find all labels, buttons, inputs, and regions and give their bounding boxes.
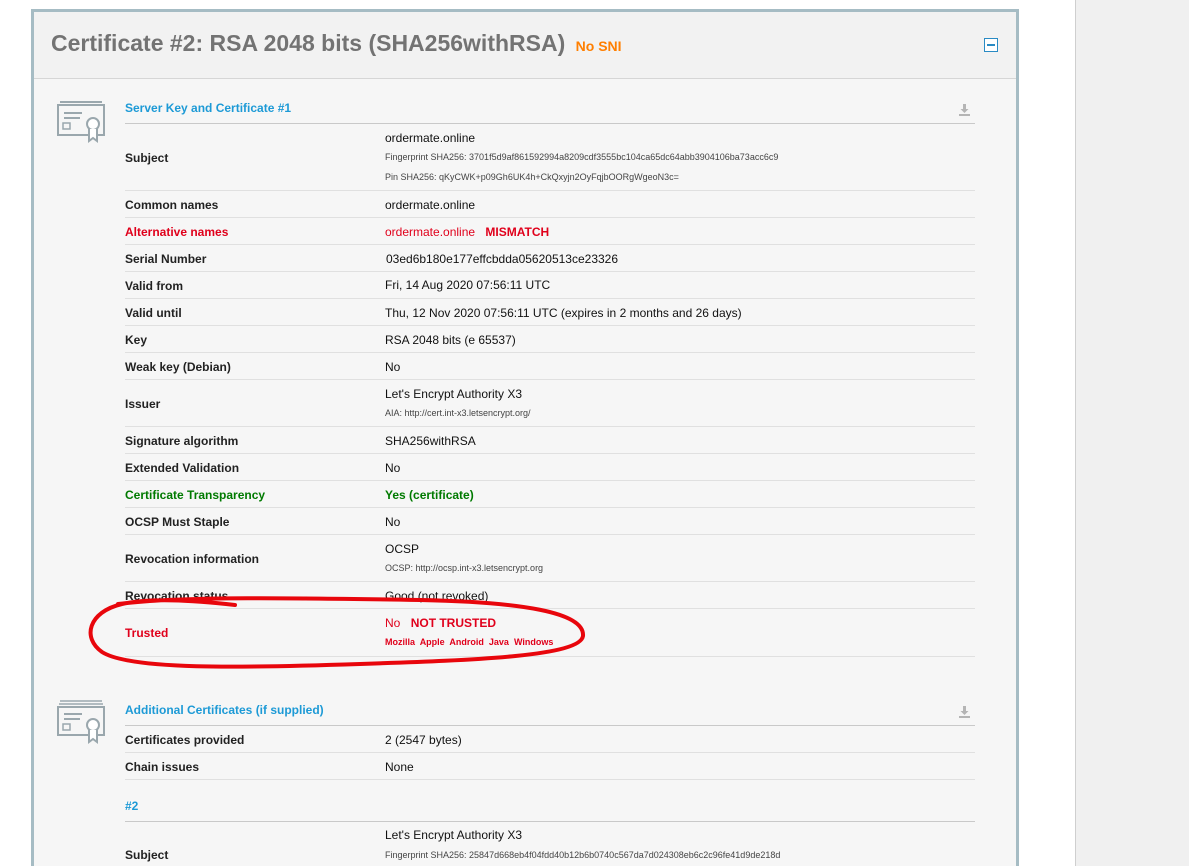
card-title-text: Certificate #2: RSA 2048 bits (SHA256wit…	[51, 30, 566, 56]
trust-store-mozilla: Mozilla	[385, 637, 416, 647]
serial-value: 03ed6b180e177effcbdda05620513ce23326	[386, 252, 619, 266]
ct-row: Certificate Transparency Yes (certificat…	[125, 481, 975, 508]
trust-stores: Mozilla Apple Android Java Windows	[385, 637, 553, 647]
weak-key-label: Weak key (Debian)	[125, 360, 231, 374]
revocation-status-row: Revocation status Good (not revoked)	[125, 582, 975, 609]
ocsp-staple-row: OCSP Must Staple No	[125, 508, 975, 535]
revocation-info-label: Revocation information	[125, 552, 260, 566]
key-row: Key RSA 2048 bits (e 65537)	[125, 326, 975, 353]
sig-alg-value: SHA256withRSA	[385, 434, 476, 448]
subject-row: Subject ordermate.online Fingerprint SHA…	[125, 124, 975, 191]
download-icon[interactable]	[958, 705, 971, 718]
cert-2-heading: #2	[125, 799, 139, 813]
serial-label: Serial Number	[125, 252, 207, 266]
subject-value: ordermate.online	[385, 131, 476, 145]
card-title: Certificate #2: RSA 2048 bits (SHA256wit…	[51, 30, 622, 57]
revocation-status-label: Revocation status	[125, 589, 229, 603]
cert-2-subject-value: Let's Encrypt Authority X3	[385, 828, 523, 842]
ct-value: Yes (certificate)	[385, 488, 474, 502]
weak-key-row: Weak key (Debian) No	[125, 353, 975, 380]
mismatch-flag: MISMATCH	[485, 225, 550, 239]
chain-issues-label: Chain issues	[125, 760, 200, 774]
revocation-info-value: OCSP	[385, 542, 420, 556]
revocation-ocsp-url: OCSP: http://ocsp.int-x3.letsencrypt.org	[385, 563, 544, 573]
collapse-icon[interactable]	[984, 38, 998, 52]
certs-provided-label: Certificates provided	[125, 733, 245, 747]
ev-label: Extended Validation	[125, 461, 240, 475]
cert-2-fingerprint: Fingerprint SHA256: 25847d668eb4f04fdd40…	[385, 850, 781, 860]
ev-row: Extended Validation No	[125, 454, 975, 481]
key-label: Key	[125, 333, 148, 347]
subject-pin: Pin SHA256: qKyCWK+p09Gh6UK4h+CkQxyjn2Oy…	[385, 172, 679, 182]
certs-provided-row: Certificates provided 2 (2547 bytes)	[125, 726, 975, 753]
valid-until-label: Valid until	[125, 306, 182, 320]
download-icon[interactable]	[958, 103, 971, 116]
issuer-aia: AIA: http://cert.int-x3.letsencrypt.org/	[385, 408, 531, 418]
valid-until-row: Valid until Thu, 12 Nov 2020 07:56:11 UT…	[125, 299, 975, 326]
cert-2-subject-row: Subject Let's Encrypt Authority X3 Finge…	[125, 822, 975, 866]
valid-from-label: Valid from	[125, 279, 184, 293]
revocation-status-value: Good (not revoked)	[385, 589, 489, 603]
trusted-value-group: No NOT TRUSTED	[385, 616, 496, 630]
alt-names-value-group: ordermate.online MISMATCH	[385, 225, 549, 239]
revocation-info-row: Revocation information OCSP OCSP: http:/…	[125, 535, 975, 582]
subject-label: Subject	[125, 151, 169, 165]
common-names-row: Common names ordermate.online	[125, 191, 975, 218]
alt-names-row: Alternative names ordermate.online MISMA…	[125, 218, 975, 245]
common-names-label: Common names	[125, 198, 219, 212]
issuer-label: Issuer	[125, 397, 161, 411]
issuer-row: Issuer Let's Encrypt Authority X3 AIA: h…	[125, 380, 975, 427]
server-key-title[interactable]: Server Key and Certificate #1	[125, 101, 291, 115]
certificate-icon	[57, 700, 105, 744]
trusted-row: Trusted No NOT TRUSTED Mozilla Apple And…	[125, 609, 975, 657]
chain-issues-value: None	[385, 760, 414, 774]
trust-store-android: Android	[449, 637, 484, 647]
chain-issues-row: Chain issues None	[125, 753, 975, 780]
sig-alg-row: Signature algorithm SHA256withRSA	[125, 427, 975, 454]
valid-from-row: Valid from Fri, 14 Aug 2020 07:56:11 UTC	[125, 272, 975, 299]
trust-store-apple: Apple	[419, 637, 445, 647]
alt-names-label: Alternative names	[125, 225, 229, 239]
common-names-value: ordermate.online	[385, 198, 476, 212]
trust-store-java: Java	[488, 637, 509, 647]
not-trusted-flag: NOT TRUSTED	[410, 616, 497, 630]
ocsp-staple-label: OCSP Must Staple	[125, 515, 230, 529]
issuer-value: Let's Encrypt Authority X3	[385, 387, 523, 401]
cert-2-subject-label: Subject	[125, 848, 169, 862]
serial-row: Serial Number 03ed6b180e177effcbdda05620…	[125, 245, 975, 272]
page: Certificate #2: RSA 2048 bits (SHA256wit…	[0, 0, 1189, 866]
certificate-icon	[57, 101, 105, 143]
ev-value: No	[385, 461, 401, 475]
trusted-label: Trusted	[125, 626, 169, 640]
trusted-value: No	[385, 616, 401, 630]
subject-fingerprint: Fingerprint SHA256: 3701f5d9af861592994a…	[385, 152, 779, 162]
alt-names-value: ordermate.online	[385, 225, 476, 239]
valid-until-value: Thu, 12 Nov 2020 07:56:11 UTC (expires i…	[385, 306, 742, 320]
no-sni-badge: No SNI	[575, 38, 622, 54]
trust-store-windows: Windows	[513, 637, 554, 647]
key-value: RSA 2048 bits (e 65537)	[385, 333, 516, 347]
valid-from-value: Fri, 14 Aug 2020 07:56:11 UTC	[385, 278, 551, 292]
certs-provided-value: 2 (2547 bytes)	[385, 733, 462, 747]
additional-certs-title[interactable]: Additional Certificates (if supplied)	[125, 703, 324, 717]
ocsp-staple-value: No	[385, 515, 401, 529]
right-sidebar	[1075, 0, 1189, 866]
sig-alg-label: Signature algorithm	[125, 434, 239, 448]
weak-key-value: No	[385, 360, 401, 374]
card-header: Certificate #2: RSA 2048 bits (SHA256wit…	[34, 12, 1016, 79]
ct-label: Certificate Transparency	[125, 488, 266, 502]
